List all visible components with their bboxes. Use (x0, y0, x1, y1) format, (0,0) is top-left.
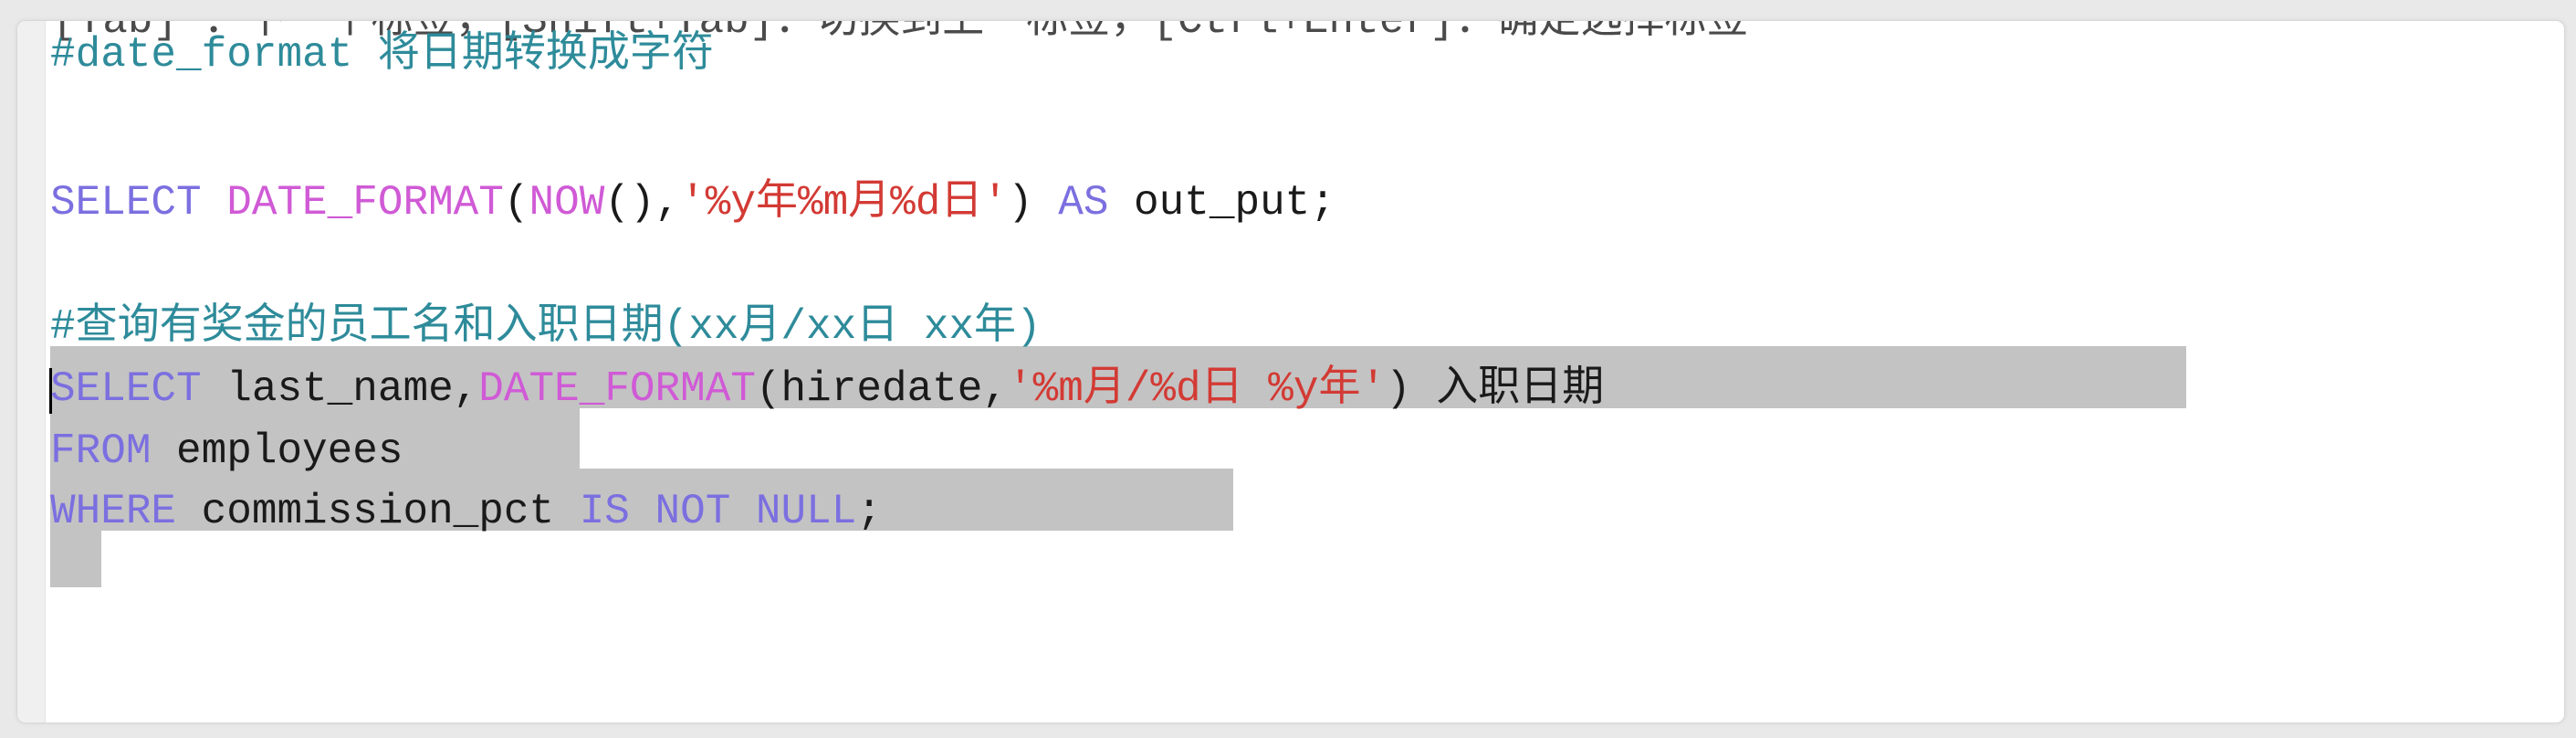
code-line[interactable]: WHERE commission_pct IS NOT NULL; (50, 485, 882, 538)
code-line[interactable]: SELECT last_name,DATE_FORMAT(hiredate,'%… (50, 363, 1604, 416)
code-token-kw: WHERE (50, 488, 177, 535)
text-caret (49, 368, 52, 414)
code-token-fn: DATE_FORMAT (226, 179, 504, 227)
code-token-plain: (hiredate, (755, 365, 1008, 413)
code-token-kw: AS (1058, 179, 1109, 227)
code-token-str: '%m月/%d日 %y年' (1008, 365, 1387, 413)
code-token-kw: IS NOT NULL (579, 488, 857, 535)
code-token-kw: SELECT (50, 179, 227, 227)
code-token-fn: DATE_FORMAT (478, 365, 756, 413)
selection-line-9 (50, 531, 101, 587)
editor-gutter (17, 21, 46, 722)
code-token-plain: ( (503, 179, 529, 227)
code-token-kw: SELECT (50, 365, 202, 413)
code-line[interactable]: #查询有奖金的员工名和入职日期(xx月/xx日 xx年) (50, 300, 1042, 353)
code-token-plain: (), (604, 179, 681, 227)
window-frame: [Tab] ：下一个标签，[Shift+Tab]：切换到上一标签，[Ctrl+E… (0, 0, 2576, 738)
code-token-plain: ; (856, 488, 882, 535)
code-token-plain: ) 入职日期 (1386, 365, 1605, 413)
sql-editor[interactable]: [Tab] ：下一个标签，[Shift+Tab]：切换到上一标签，[Ctrl+E… (16, 20, 2565, 723)
code-token-str: '%y年%m月%d日' (680, 179, 1008, 227)
code-token-plain: commission_pct (176, 488, 580, 535)
code-token-plain: out_put; (1108, 179, 1335, 227)
code-token-kw: FROM (50, 427, 152, 475)
code-line[interactable]: #date_format 将日期转换成字符 (50, 28, 714, 81)
code-token-plain: employees (151, 427, 403, 475)
code-line[interactable]: FROM employees (50, 425, 403, 478)
code-token-fn: NOW (529, 179, 605, 227)
code-line[interactable]: SELECT DATE_FORMAT(NOW(),'%y年%m月%d日') AS… (50, 176, 1335, 229)
code-token-comment: #date_format 将日期转换成字符 (50, 31, 714, 79)
code-token-plain: ) (1008, 179, 1059, 227)
code-token-comment: #查询有奖金的员工名和入职日期(xx月/xx日 xx年) (50, 303, 1042, 351)
code-token-plain: last_name, (201, 365, 479, 413)
